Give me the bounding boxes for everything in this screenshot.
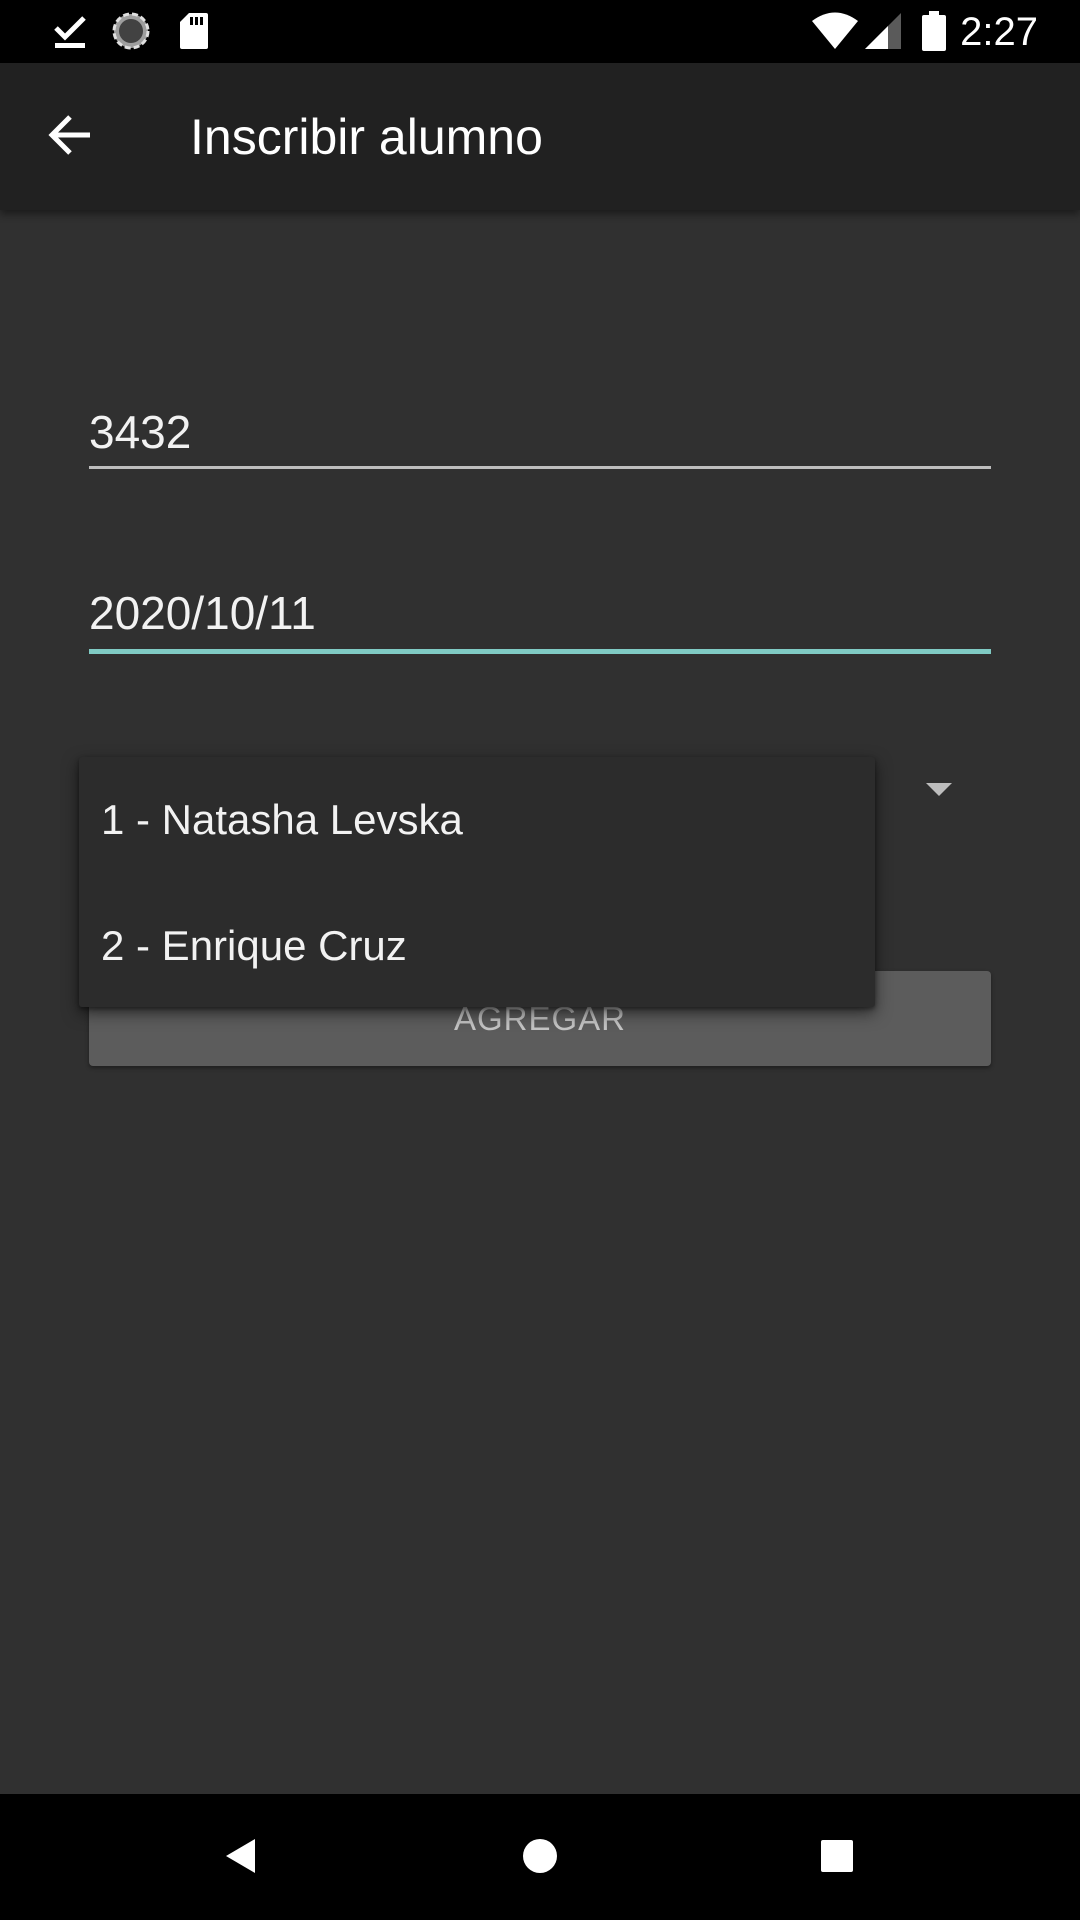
student-id-field[interactable]: 3432 <box>89 404 991 470</box>
nav-recents-button[interactable] <box>801 1822 873 1894</box>
student-dropdown-menu: 1 - Natasha Levska 2 - Enrique Cruz <box>79 757 875 1007</box>
sd-card-icon <box>177 10 211 52</box>
sync-icon <box>109 10 153 52</box>
nav-back-button[interactable] <box>205 1822 277 1894</box>
home-circle-icon <box>520 1836 560 1881</box>
battery-icon <box>920 10 948 52</box>
date-field[interactable]: 2020/10/11 <box>89 585 991 655</box>
status-time: 2:27 <box>960 10 1038 54</box>
app-bar: Inscribir alumno <box>0 63 1080 210</box>
date-value: 2020/10/11 <box>89 587 316 639</box>
signal-icon <box>863 10 903 52</box>
spinner-dropdown-arrow[interactable] <box>924 780 954 800</box>
back-triangle-icon <box>221 1836 261 1881</box>
back-button[interactable] <box>34 101 106 173</box>
dropdown-item-label: 2 - Enrique Cruz <box>101 922 407 969</box>
page-title: Inscribir alumno <box>190 109 543 165</box>
date-underline <box>89 649 991 654</box>
dropdown-item[interactable]: 1 - Natasha Levska <box>79 757 875 883</box>
student-id-value: 3432 <box>89 406 192 458</box>
arrow-back-icon <box>46 111 94 164</box>
nav-home-button[interactable] <box>504 1822 576 1894</box>
caret-down-icon <box>924 783 954 804</box>
download-done-icon <box>50 10 90 52</box>
navigation-bar <box>0 1794 1080 1920</box>
recents-square-icon <box>817 1836 857 1881</box>
screen: 2:27 Inscribir alumno 3432 2020/10/11 AG… <box>0 0 1080 1920</box>
dropdown-item-label: 1 - Natasha Levska <box>101 796 463 843</box>
student-id-underline <box>89 466 991 469</box>
dropdown-item[interactable]: 2 - Enrique Cruz <box>79 883 875 1009</box>
wifi-icon <box>810 10 860 52</box>
status-bar: 2:27 <box>0 0 1080 63</box>
